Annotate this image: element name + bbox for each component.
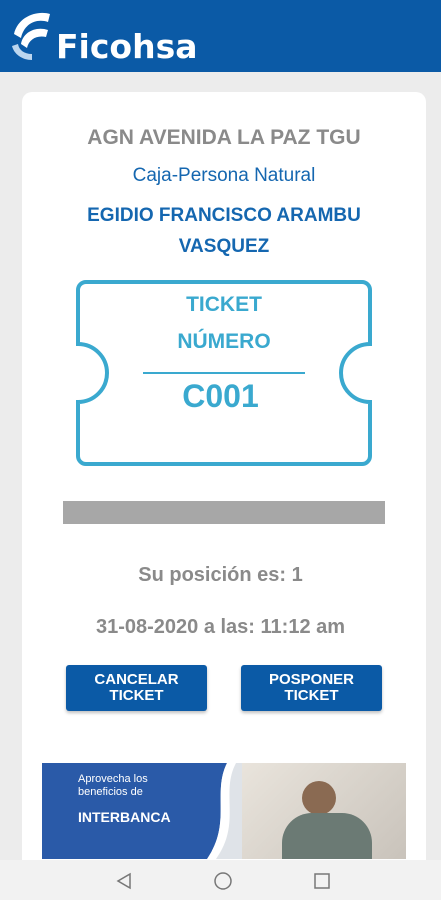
agency-name: AGN AVENIDA LA PAZ TGU (87, 126, 361, 149)
wait-progress-bar (63, 501, 385, 524)
queue-position: Su posición es: 1 (138, 564, 303, 586)
cancel-button-label-line1: CANCELAR (94, 671, 179, 688)
service-name: Caja-Persona Natural (132, 165, 316, 186)
postpone-button-label-line2: TICKET (284, 687, 339, 704)
brand-name: Ficohsa (56, 27, 198, 66)
banner-text: Aprovecha los beneficios de (78, 773, 148, 799)
cancel-button-label-line2: TICKET (109, 687, 164, 704)
ticket-card: AGN AVENIDA LA PAZ TGU Caja-Persona Natu… (22, 92, 426, 872)
customer-name-line2: VASQUEZ (178, 236, 270, 257)
ticket-divider (143, 372, 305, 374)
android-nav-bar (0, 860, 441, 900)
app-header: Ficohsa (0, 0, 441, 72)
back-icon[interactable] (115, 872, 133, 890)
postpone-button-label-line1: POSPONER (268, 671, 355, 688)
cancel-ticket-button[interactable]: CANCELAR TICKET (66, 665, 207, 711)
banner-line2: beneficios de (78, 786, 143, 798)
customer-name: EGIDIO FRANCISCO ARAMBU VASQUEZ (22, 200, 426, 262)
interbanca-promo-banner[interactable]: Aprovecha los beneficios de INTERBANCA (42, 763, 406, 859)
banner-line1: Aprovecha los (78, 773, 148, 785)
customer-name-line1: EGIDIO FRANCISCO ARAMBU (87, 205, 361, 226)
ficohsa-logo-icon (12, 12, 50, 60)
ticket-datetime: 31-08-2020 a las: 11:12 am (95, 616, 346, 638)
banner-brand: INTERBANCA (78, 809, 171, 825)
home-icon[interactable] (213, 871, 233, 891)
banner-person-head (302, 781, 336, 815)
postpone-ticket-button[interactable]: POSPONER TICKET (241, 665, 382, 711)
recents-icon[interactable] (313, 872, 331, 890)
ticket-label-line2: NÚMERO (177, 330, 271, 353)
banner-photo (242, 763, 406, 859)
banner-person-body (282, 813, 372, 859)
ticket-number: C001 (182, 378, 259, 414)
ticket-label-line1: TICKET (186, 293, 262, 316)
